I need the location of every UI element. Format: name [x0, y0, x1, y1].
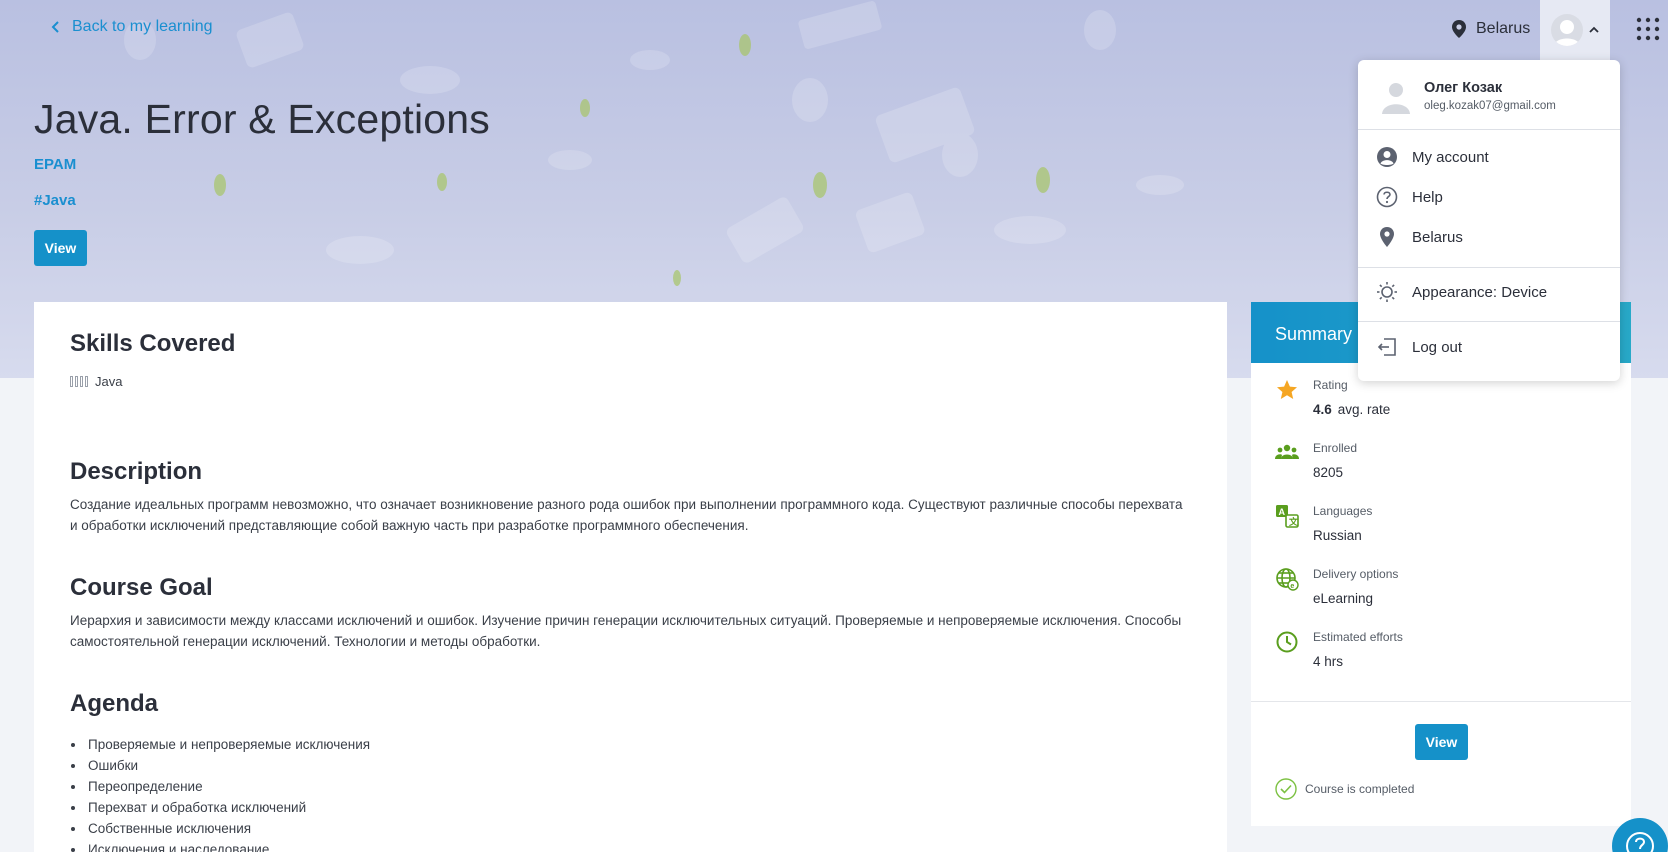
my-account-label: My account	[1412, 148, 1489, 166]
skill-level-icon	[70, 376, 88, 387]
help-chat-button[interactable]	[1612, 818, 1668, 852]
efforts-item: Estimated efforts 4 hrs	[1275, 630, 1403, 669]
menu-divider	[1358, 129, 1620, 130]
chevron-left-icon	[51, 21, 59, 33]
user-menu-dropdown: Олег Козак oleg.kozak07@gmail.com My acc…	[1358, 60, 1620, 381]
help-circle-icon	[1376, 186, 1398, 208]
menu-divider	[1358, 321, 1620, 322]
languages-label: Languages	[1313, 504, 1373, 518]
goal-text: Иерархия и зависимости между классами ис…	[70, 613, 1182, 649]
efforts-label: Estimated efforts	[1313, 630, 1403, 644]
course-tag-link[interactable]: #Java	[34, 192, 76, 209]
course-details-card: Skills Covered Java Description Создание…	[34, 302, 1227, 852]
menu-item-logout[interactable]: Log out	[1376, 330, 1602, 364]
course-provider-link[interactable]: EPAM	[34, 156, 76, 173]
agenda-item: Собственные исключения	[86, 818, 370, 839]
delivery-value: eLearning	[1313, 591, 1374, 606]
description-text: Создание идеальных программ невозможно, …	[70, 497, 1183, 533]
logout-icon	[1377, 338, 1396, 356]
clock-icon	[1276, 631, 1298, 653]
agenda-item: Переопределение	[86, 776, 370, 797]
efforts-value: 4 hrs	[1313, 654, 1344, 669]
user-email: oleg.kozak07@gmail.com	[1424, 100, 1556, 112]
user-name: Олег Козак	[1424, 80, 1503, 96]
rating-value: 4.6	[1313, 402, 1332, 417]
check-circle-icon	[1275, 778, 1297, 800]
goal-title: Course Goal	[70, 574, 213, 601]
agenda-item: Ошибки	[86, 755, 370, 776]
completion-status: Course is completed	[1275, 778, 1414, 800]
menu-item-appearance[interactable]: Appearance: Device	[1376, 275, 1602, 309]
enrolled-value: 8205	[1313, 465, 1344, 480]
location-pin-icon	[1380, 227, 1394, 247]
description-title: Description	[70, 458, 203, 485]
agenda-item: Исключения и наследование	[86, 839, 370, 852]
course-title: Java. Error & Exceptions	[34, 96, 490, 142]
menu-item-help[interactable]: Help	[1376, 180, 1602, 214]
agenda-list: Проверяемые и непроверяемые исключения О…	[86, 734, 370, 852]
location-pin-icon	[1452, 20, 1466, 38]
location-label: Belarus	[1476, 20, 1531, 37]
people-icon	[1275, 444, 1299, 459]
rating-suffix: avg. rate	[1337, 402, 1391, 417]
agenda-title: Agenda	[70, 690, 159, 717]
svg-text:e: e	[1290, 583, 1294, 590]
delivery-label: Delivery options	[1313, 567, 1399, 581]
delivery-item: e Delivery options eLearning	[1275, 567, 1398, 606]
summary-divider	[1251, 701, 1631, 702]
globe-icon: e	[1276, 568, 1299, 591]
languages-item: A文 Languages Russian	[1275, 504, 1372, 543]
logout-label: Log out	[1412, 338, 1463, 356]
apps-grid-icon[interactable]	[1636, 17, 1660, 41]
star-icon	[1277, 380, 1297, 399]
enrolled-item: Enrolled 8205	[1275, 441, 1357, 480]
appearance-label: Appearance: Device	[1412, 283, 1548, 301]
location-menu-label: Belarus	[1412, 228, 1463, 246]
agenda-item: Перехват и обработка исключений	[86, 797, 370, 818]
chevron-up-icon	[1589, 26, 1599, 33]
location-selector[interactable]: Belarus	[1452, 20, 1530, 38]
back-link-label: Back to my learning	[72, 18, 213, 35]
menu-item-my-account[interactable]: My account	[1376, 140, 1602, 174]
enrolled-label: Enrolled	[1313, 441, 1358, 455]
svg-text:A: A	[1279, 507, 1286, 517]
agenda-item: Проверяемые и непроверяемые исключения	[86, 734, 370, 755]
translate-icon: A文	[1276, 505, 1299, 528]
svg-text:文: 文	[1288, 516, 1299, 527]
sun-icon	[1377, 282, 1397, 302]
menu-item-location[interactable]: Belarus	[1376, 220, 1602, 254]
menu-divider	[1358, 267, 1620, 268]
help-label: Help	[1412, 188, 1443, 206]
summary-view-button[interactable]: View	[1415, 724, 1468, 760]
account-circle-icon	[1377, 147, 1397, 167]
user-menu-button[interactable]	[1540, 0, 1610, 60]
avatar	[1551, 14, 1583, 46]
languages-value: Russian	[1313, 528, 1362, 543]
skills-title: Skills Covered	[70, 330, 236, 357]
user-avatar-icon	[1382, 83, 1410, 114]
user-info: Олег Козак oleg.kozak07@gmail.com	[1380, 80, 1556, 114]
back-to-learning-link[interactable]: Back to my learning	[50, 18, 213, 36]
rating-item: Rating 4.6 avg. rate	[1275, 378, 1390, 417]
completed-label: Course is completed	[1305, 782, 1415, 796]
skill-item: Java	[70, 374, 122, 389]
question-icon	[1626, 832, 1654, 852]
skill-label: Java	[95, 374, 123, 389]
hero-view-button[interactable]: View	[34, 230, 87, 266]
